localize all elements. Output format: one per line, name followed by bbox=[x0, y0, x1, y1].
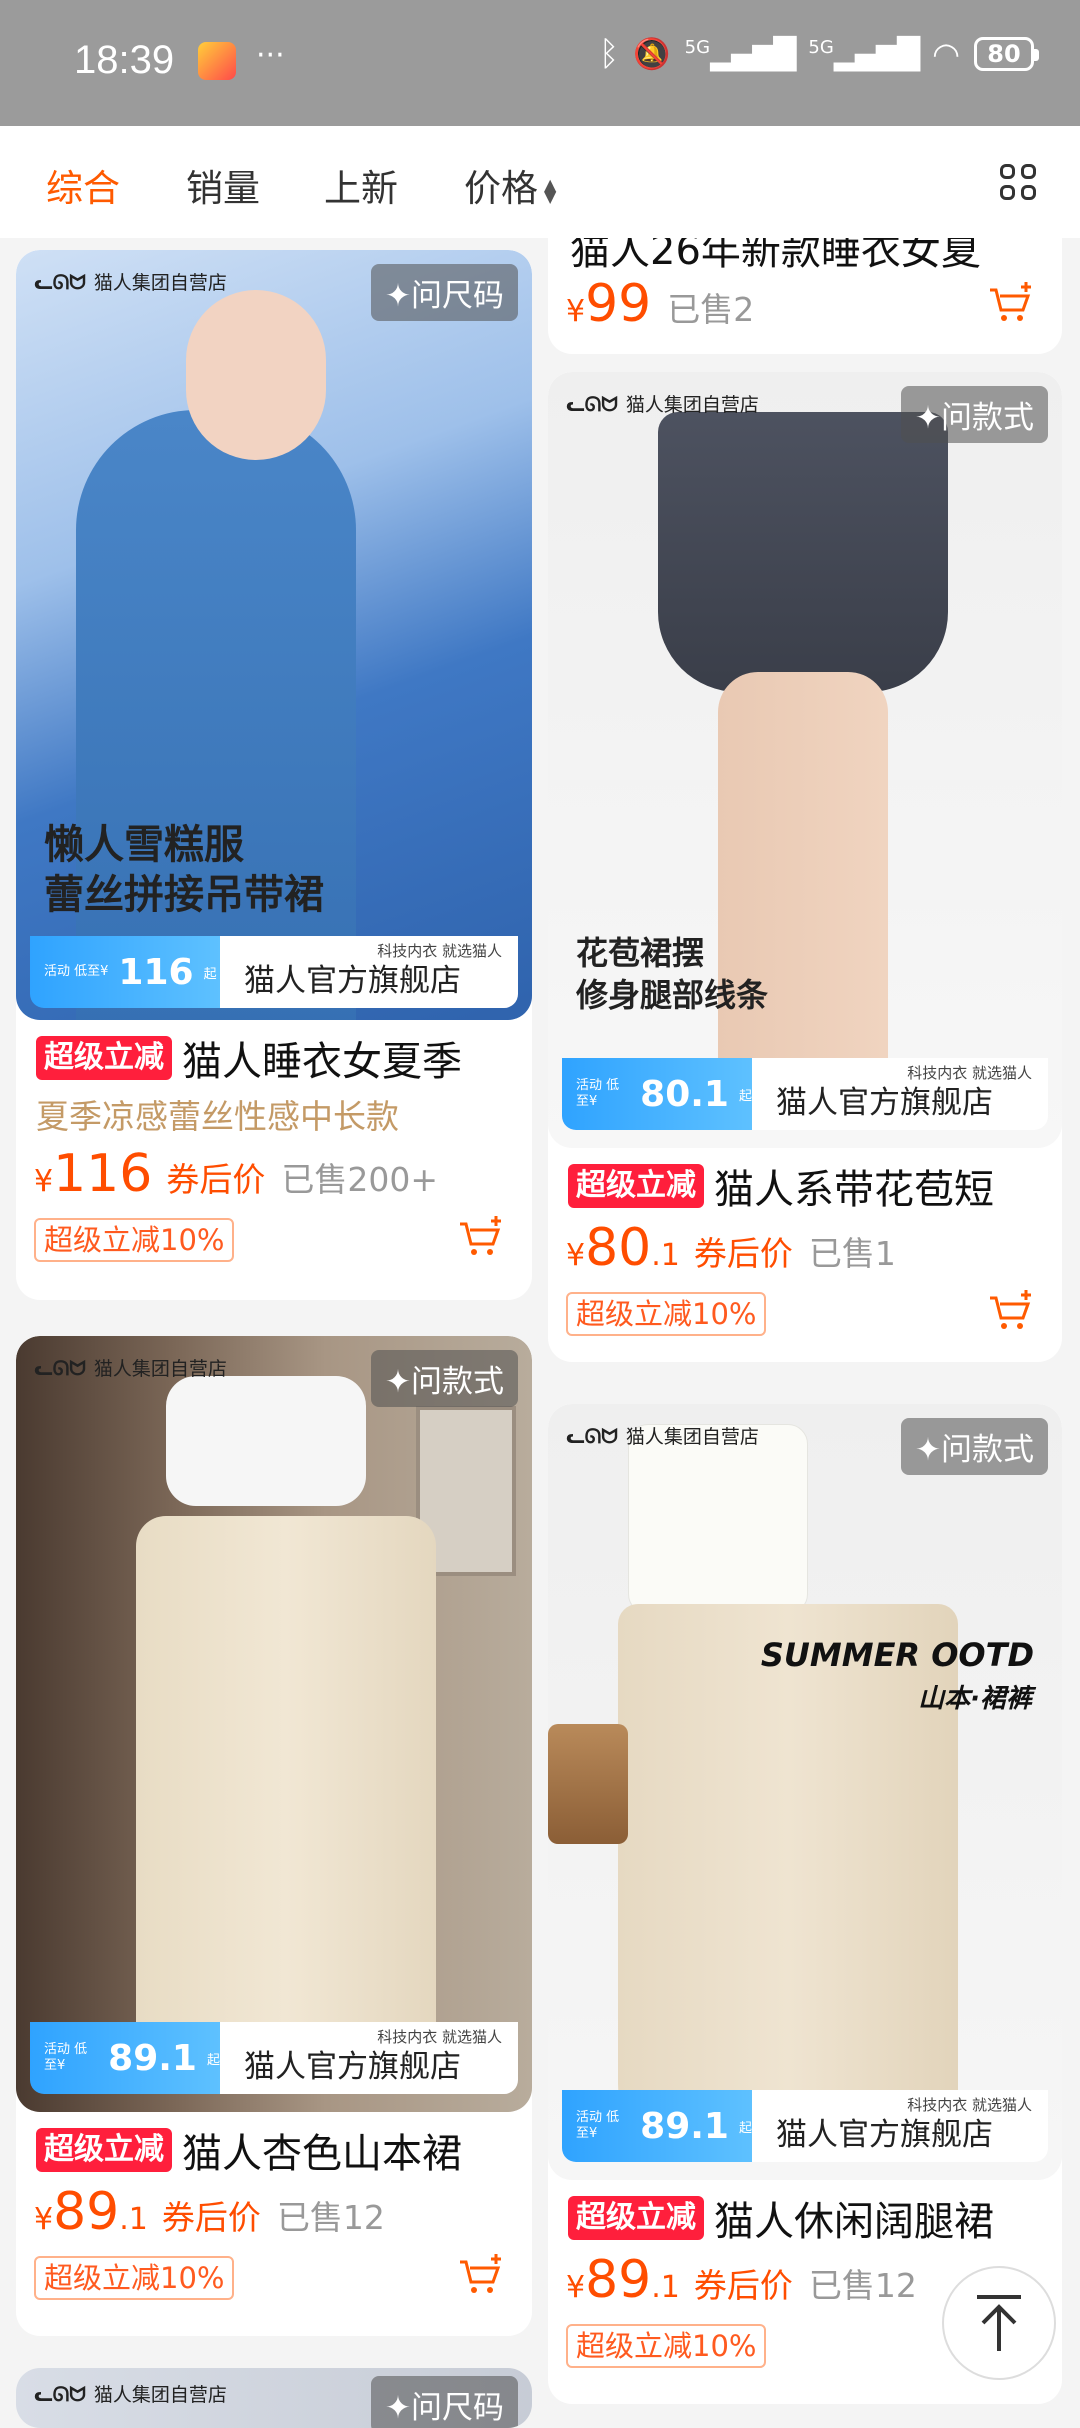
model-head bbox=[186, 290, 326, 460]
top-shape bbox=[166, 1376, 366, 1506]
product-price: 80 bbox=[585, 1218, 652, 1278]
status-time: 18:39 bbox=[74, 38, 175, 82]
ask-size-button[interactable]: ✦问尺码 bbox=[371, 264, 518, 321]
tab-price[interactable]: 价格 ▲ ▼ bbox=[464, 158, 556, 212]
image-overlay-title: 花苞裙摆 修身腿部线条 bbox=[576, 934, 769, 1014]
more-dots-icon: ··· bbox=[256, 38, 285, 73]
mute-icon: 🔕 bbox=[633, 36, 671, 72]
ask-style-button[interactable]: ✦问款式 bbox=[901, 1418, 1048, 1475]
super-discount-badge: 超级立减 bbox=[568, 2196, 704, 2240]
promo-strip: 活动 低至¥ 116 起 科技内衣 就选猫人 猫人官方旗舰店 bbox=[30, 936, 518, 1008]
product-card[interactable]: ᓚᘏᗢ 猫人集团自营店 ✦问尺码 懒人雪糕服 蕾丝拼接吊带裙 活动 低至¥ 116 起 … bbox=[16, 250, 532, 1300]
super-discount-badge: 超级立减 bbox=[36, 1036, 172, 1080]
product-title: 猫人杏色山本裙 bbox=[182, 2131, 462, 2177]
summer-ootd-label: SUMMER OOTD bbox=[760, 1636, 1034, 1674]
image-overlay-title: 懒人雪糕服 蕾丝拼接吊带裙 bbox=[44, 822, 324, 918]
coupon-tag: 超级立减10% bbox=[34, 2256, 235, 2300]
product-image: ᓚᘏᗢ 猫人集团自营店 ✦问款式 活动 低至¥ 89.1 起 科技内衣 就选猫人 猫人官… bbox=[16, 1336, 532, 2112]
sold-count: 已售1 bbox=[808, 1234, 896, 1273]
product-title: 猫人系带花苞短 bbox=[714, 1167, 994, 1213]
tab-comprehensive[interactable]: 综合 bbox=[46, 158, 120, 212]
product-title: 猫人睡衣女夏季 bbox=[182, 1039, 462, 1085]
add-cart-icon[interactable] bbox=[986, 1288, 1036, 1334]
after-coupon-label: 券后价 bbox=[693, 1234, 793, 1273]
product-card[interactable]: ᓚᘏᗢ 猫人集团自营店 ✦问款式 SUMMER OOTD 山本·裙裤 活动 低至¥… bbox=[548, 1404, 1062, 2404]
add-cart-icon[interactable] bbox=[456, 1214, 506, 1260]
tab-price-label: 价格 bbox=[464, 167, 538, 210]
sort-tabs: 综合 销量 上新 价格 ▲ ▼ bbox=[0, 126, 1080, 238]
ask-style-button[interactable]: ✦问款式 bbox=[371, 1350, 518, 1407]
bluetooth-icon: ᛒ bbox=[598, 34, 620, 74]
sold-count: 已售200+ bbox=[281, 1160, 438, 1199]
product-image: ᓚᘏᗢ 猫人集团自营店 ✦问款式 SUMMER OOTD 山本·裙裤 活动 低至¥… bbox=[548, 1404, 1062, 2180]
summer-ootd-subtitle: 山本·裙裤 bbox=[918, 1684, 1032, 1714]
product-image: ᓚᘏᗢ 猫人集团自营店 ✦问款式 花苞裙摆 修身腿部线条 活动 低至¥ 80.1 起 科… bbox=[548, 372, 1062, 1148]
currency-symbol: ¥ bbox=[566, 294, 586, 329]
after-coupon-label: 券后价 bbox=[161, 2198, 261, 2237]
product-card-partial-top[interactable]: 猫人26年新款睡衣女夏 ¥ 99 已售2 bbox=[548, 238, 1062, 354]
product-image: ᓚᘏᗢ 猫人集团自营店 ✦问尺码 懒人雪糕服 蕾丝拼接吊带裙 活动 低至¥ 116 起 … bbox=[16, 250, 532, 1020]
product-title: 猫人休闲阔腿裙 bbox=[714, 2199, 994, 2245]
brand-label: ᓚᘏᗢ 猫人集团自营店 bbox=[566, 391, 759, 417]
wifi-icon: ◠ bbox=[932, 35, 960, 73]
sold-count: 已售2 bbox=[667, 290, 755, 329]
after-coupon-label: 券后价 bbox=[166, 1160, 266, 1199]
price-decimal: .1 bbox=[651, 1238, 680, 1273]
product-subtitle: 夏季凉感蕾丝性感中长款 bbox=[36, 1097, 399, 1136]
product-title: 猫人26年新款睡衣女夏 bbox=[570, 238, 981, 274]
status-bar: 18:39 ··· ᛒ 🔕 5G▂▄▆█ 5G▂▄▆█ ◠ 80 bbox=[0, 0, 1080, 126]
super-discount-badge: 超级立减 bbox=[568, 1164, 704, 1208]
product-price: 89 bbox=[53, 2182, 120, 2242]
product-price: 89 bbox=[585, 2250, 652, 2310]
battery-icon: 80 bbox=[974, 37, 1039, 71]
promo-strip: 活动 低至¥ 89.1 起 科技内衣 就选猫人 猫人官方旗舰店 bbox=[562, 2090, 1048, 2162]
app-notification-icon bbox=[198, 42, 236, 80]
top-shape bbox=[628, 1424, 808, 1614]
legs-shape bbox=[718, 672, 888, 1112]
basket-shape bbox=[548, 1724, 628, 1844]
signal-icon-2: 5G▂▄▆█ bbox=[808, 36, 920, 72]
promo-strip: 活动 低至¥ 89.1 起 科技内衣 就选猫人 猫人官方旗舰店 bbox=[30, 2022, 518, 2094]
brand-label: ᓚᘏᗢ 猫人集团自营店 bbox=[566, 1423, 759, 1449]
coupon-tag: 超级立减10% bbox=[566, 1292, 767, 1336]
signal-icon-1: 5G▂▄▆█ bbox=[684, 36, 797, 72]
tab-new[interactable]: 上新 bbox=[324, 158, 398, 212]
sort-arrows-icon: ▲ ▼ bbox=[544, 174, 557, 206]
pants-shape bbox=[136, 1516, 436, 2076]
model-figure bbox=[76, 410, 356, 1020]
sold-count: 已售12 bbox=[276, 2198, 385, 2237]
add-cart-icon[interactable] bbox=[456, 2252, 506, 2298]
arrow-up-icon bbox=[977, 2295, 1021, 2351]
product-card-partial-bottom[interactable]: ᓚᘏᗢ 猫人集团自营店 ✦问尺码 bbox=[16, 2368, 532, 2428]
after-coupon-label: 券后价 bbox=[693, 2266, 793, 2305]
pants-shape bbox=[618, 1604, 958, 2144]
coupon-tag: 超级立减10% bbox=[566, 2324, 767, 2368]
super-discount-badge: 超级立减 bbox=[36, 2128, 172, 2172]
product-card[interactable]: ᓚᘏᗢ 猫人集团自营店 ✦问款式 花苞裙摆 修身腿部线条 活动 低至¥ 80.1 起 科… bbox=[548, 372, 1062, 1362]
brand-label: ᓚᘏᗢ 猫人集团自营店 bbox=[34, 1355, 227, 1381]
product-price: 116 bbox=[53, 1144, 153, 1204]
coupon-tag: 超级立减10% bbox=[34, 1218, 235, 1262]
miiow-logo: ᓚᘏᗢ bbox=[34, 269, 86, 294]
add-cart-icon[interactable] bbox=[986, 280, 1036, 326]
back-to-top-button[interactable] bbox=[942, 2266, 1056, 2380]
grid-view-icon[interactable] bbox=[1000, 164, 1036, 200]
price-decimal: .1 bbox=[119, 2202, 148, 2237]
promo-strip: 活动 低至¥ 80.1 起 科技内衣 就选猫人 猫人官方旗舰店 bbox=[562, 1058, 1048, 1130]
ask-style-button[interactable]: ✦问款式 bbox=[901, 386, 1048, 443]
sold-count: 已售12 bbox=[808, 2266, 917, 2305]
tab-sales[interactable]: 销量 bbox=[186, 158, 260, 212]
skirt-shape bbox=[658, 412, 948, 692]
ask-size-button[interactable]: ✦问尺码 bbox=[371, 2376, 518, 2428]
status-icons: ᛒ 🔕 5G▂▄▆█ 5G▂▄▆█ ◠ 80 bbox=[598, 34, 1039, 74]
price-decimal: .1 bbox=[651, 2270, 680, 2305]
brand-label: ᓚᘏᗢ 猫人集团自营店 bbox=[34, 269, 227, 295]
product-card[interactable]: ᓚᘏᗢ 猫人集团自营店 ✦问款式 活动 低至¥ 89.1 起 科技内衣 就选猫人 猫人官… bbox=[16, 1336, 532, 2336]
product-price: 99 bbox=[585, 274, 652, 334]
